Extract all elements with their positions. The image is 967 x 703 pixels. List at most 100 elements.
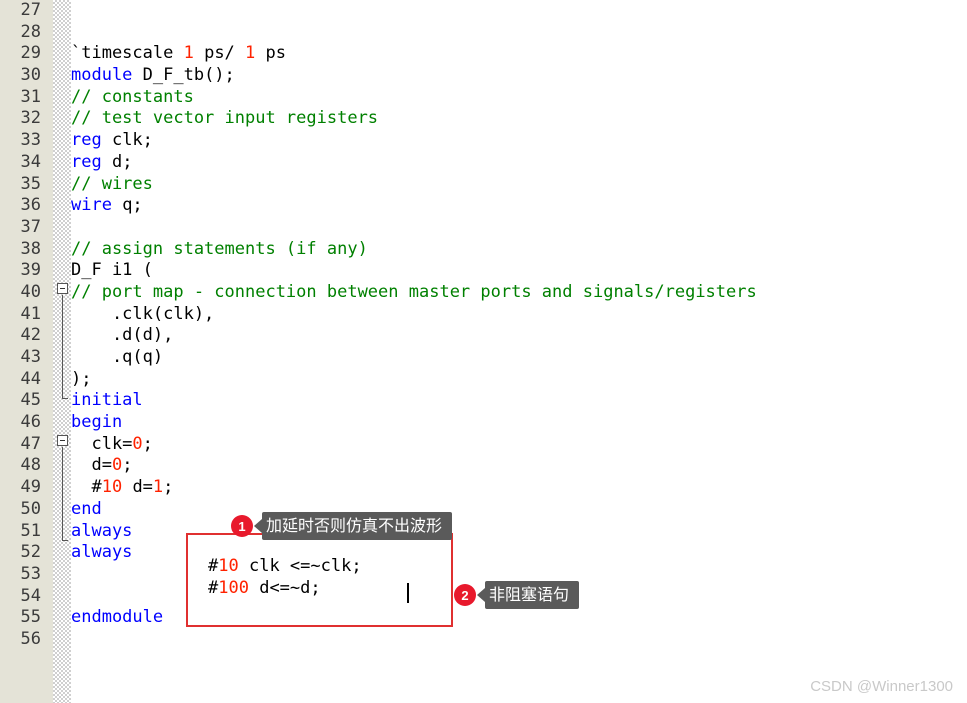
code-token: clk=: [71, 433, 133, 454]
line-number: 29: [20, 43, 41, 64]
line-number: 44: [20, 368, 41, 389]
code-token: d;: [101, 151, 133, 172]
code-line[interactable]: [71, 0, 967, 22]
line-number: 51: [20, 520, 41, 541]
code-token: .d(d),: [71, 325, 174, 346]
code-token: endmodule: [71, 607, 164, 628]
line-number: 47: [20, 433, 41, 454]
code-line[interactable]: [71, 22, 967, 44]
annotation-notch-1: [254, 519, 262, 533]
code-token: always: [71, 542, 133, 563]
fold-guide-foot-39: [62, 398, 68, 399]
code-line[interactable]: // test vector input registers: [71, 108, 967, 130]
code-line[interactable]: .clk(clk),: [71, 304, 967, 326]
line-number: 38: [20, 238, 41, 259]
line-number: 40: [20, 281, 41, 302]
code-line[interactable]: initial: [71, 390, 967, 412]
code-line[interactable]: // assign statements (if any): [71, 239, 967, 261]
code-line[interactable]: reg clk;: [71, 130, 967, 152]
code-line[interactable]: wire q;: [71, 195, 967, 217]
code-line[interactable]: );: [71, 369, 967, 391]
code-token: // assign statements (if any): [71, 238, 368, 259]
line-number: 32: [20, 108, 41, 129]
code-token: 1: [183, 43, 194, 64]
code-line[interactable]: D_F i1 (: [71, 260, 967, 282]
line-number: 39: [20, 260, 41, 281]
code-token: d<=~d;: [248, 577, 321, 598]
line-number: 37: [20, 216, 41, 237]
code-line[interactable]: begin: [71, 412, 967, 434]
watermark-text: CSDN @Winner1300: [810, 678, 953, 695]
line-number: 46: [20, 412, 41, 433]
line-number: 53: [20, 563, 41, 584]
code-token: 1: [152, 477, 164, 498]
overlay-code-line[interactable]: #10 clk <=~clk;: [208, 556, 362, 578]
line-number: 34: [20, 151, 41, 172]
code-line[interactable]: [71, 629, 967, 651]
code-line[interactable]: // wires: [71, 174, 967, 196]
line-number: 52: [20, 542, 41, 563]
line-number-column: 27 28 29 30 31 32 33 34 35 36 37 38 39 40 41 42 43 44 45 46…: [0, 0, 47, 651]
line-number: 43: [20, 347, 41, 367]
code-editor-screenshot: 27 28 29 30 31 32 33 34 35 36 37 38 39 40 41 42 43 44 45 46…: [0, 0, 967, 703]
code-token: #: [71, 477, 102, 498]
line-number: 28: [20, 21, 41, 42]
code-line[interactable]: // port map - connection between master …: [71, 282, 967, 304]
line-number: 27: [20, 0, 41, 20]
fold-collapse-icon-39[interactable]: [57, 283, 68, 294]
code-token: 10: [101, 477, 123, 498]
code-token: // port map - connection between master …: [71, 281, 757, 302]
line-number: 35: [20, 173, 41, 194]
code-token: 100: [218, 577, 249, 598]
overlay-code-line[interactable]: #100 d<=~d;: [208, 578, 362, 600]
fold-collapse-icon-46[interactable]: [57, 435, 68, 446]
annotation-callout-1: 1 加延时否则仿真不出波形: [231, 512, 453, 540]
code-token: module: [71, 65, 133, 86]
code-token: ps/: [193, 43, 246, 64]
code-token: #: [208, 556, 219, 576]
code-line[interactable]: d=0;: [71, 455, 967, 477]
code-token: initial: [71, 390, 143, 411]
code-token: reg: [71, 130, 102, 151]
code-line[interactable]: clk=0;: [71, 434, 967, 456]
line-number: 36: [20, 195, 41, 216]
code-token: );: [71, 368, 92, 389]
line-number: 50: [20, 498, 41, 519]
code-token: always: [71, 520, 133, 541]
annotation-text-2: 非阻塞语句: [485, 581, 580, 609]
fold-guide-foot-46: [62, 540, 68, 541]
annotation-notch-2: [477, 588, 485, 602]
fold-guide-line-46: [62, 447, 63, 540]
code-line[interactable]: #10 d=1;: [71, 477, 967, 499]
code-token: d=: [71, 455, 112, 476]
code-token: clk <=~clk;: [238, 556, 362, 576]
code-line[interactable]: reg d;: [71, 152, 967, 174]
code-token: D_F_tb();: [132, 65, 235, 86]
line-number: 54: [20, 585, 41, 606]
code-token: #: [208, 577, 219, 598]
code-line[interactable]: // constants: [71, 87, 967, 109]
code-token: ps: [255, 43, 286, 64]
line-number: 55: [20, 607, 41, 628]
line-number: 30: [20, 65, 41, 86]
code-token: .clk(clk),: [71, 303, 215, 324]
annotation-text-1: 加延时否则仿真不出波形: [262, 512, 453, 540]
line-number: 48: [20, 455, 41, 476]
code-token: q;: [111, 195, 143, 216]
code-line[interactable]: `timescale 1 ps/ 1 ps: [71, 43, 967, 65]
code-token: 1: [245, 43, 256, 64]
code-line[interactable]: .q(q): [71, 347, 967, 369]
code-line[interactable]: [71, 217, 967, 239]
code-token: d=: [122, 477, 153, 498]
code-token: // wires: [71, 173, 153, 194]
overlay-code-nonblocking: #10 clk <=~clk; #100 d<=~d;: [208, 556, 362, 599]
line-number: 41: [20, 303, 41, 324]
code-line[interactable]: end: [71, 499, 967, 521]
annotation-badge-1: 1: [231, 515, 253, 537]
code-token: 0: [111, 455, 123, 476]
code-line[interactable]: module D_F_tb();: [71, 65, 967, 87]
code-line[interactable]: .d(d),: [71, 325, 967, 347]
text-caret: [407, 583, 409, 603]
line-number: 56: [20, 628, 41, 649]
code-token: // constants: [71, 86, 194, 107]
